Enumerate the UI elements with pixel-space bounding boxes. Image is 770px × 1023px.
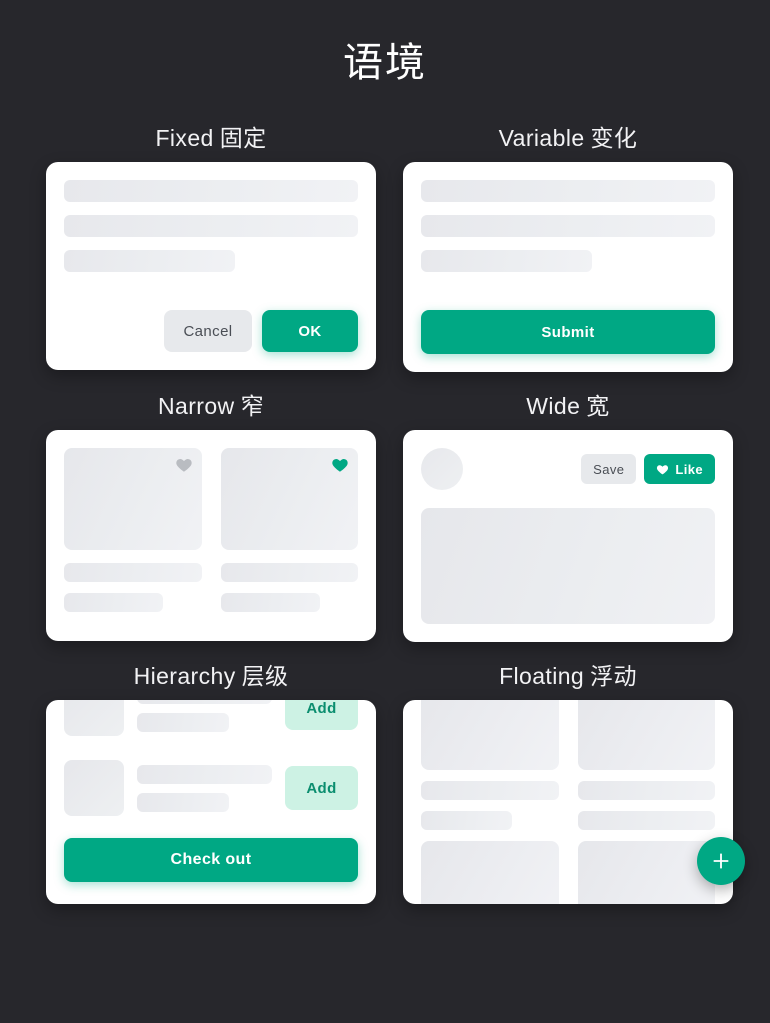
heart-icon	[657, 464, 669, 474]
tile-left	[64, 448, 202, 623]
skeleton-row	[137, 792, 229, 812]
skeleton-row	[577, 781, 715, 800]
section-variable: Variable 变化 Submit	[403, 114, 733, 372]
wide-post-actions: Save Like	[581, 454, 715, 484]
feed-thumbnail	[421, 700, 559, 770]
feed-column	[421, 700, 559, 904]
section-title-wide: Wide 宽	[403, 382, 733, 430]
avatar	[421, 448, 463, 490]
skeleton-row	[220, 593, 320, 612]
add-button[interactable]: Add	[285, 766, 358, 810]
save-button[interactable]: Save	[581, 454, 637, 484]
section-title-hierarchy: Hierarchy 层级	[46, 652, 376, 700]
skeleton-row	[421, 180, 715, 202]
skeleton-row	[577, 811, 715, 830]
section-title-hierarchy-cn: 层级	[241, 663, 289, 689]
wide-post-header: Save Like	[421, 448, 715, 490]
cart-item-lines	[137, 764, 272, 812]
skeleton-row	[220, 563, 358, 582]
tile-grid	[64, 448, 358, 623]
section-title-fixed: Fixed 固定	[46, 114, 376, 162]
skeleton-row	[421, 781, 559, 800]
like-button-label: Like	[675, 461, 703, 477]
skeleton-row	[64, 593, 163, 612]
feed-column	[577, 700, 715, 904]
heart-icon[interactable]	[175, 456, 193, 474]
form-skeleton-rows	[421, 180, 715, 272]
cart-row: Add	[64, 748, 358, 828]
section-title-wide-en: Wide	[526, 393, 581, 419]
skeleton-row	[421, 811, 512, 830]
section-title-variable-en: Variable	[498, 125, 585, 151]
cart-list: Add Add	[46, 700, 376, 828]
dialog-actions: Cancel OK	[64, 310, 358, 352]
feed-thumbnail	[421, 841, 559, 904]
section-title-narrow-en: Narrow	[158, 393, 235, 419]
section-title-floating: Floating 浮动	[403, 652, 733, 700]
feed-thumbnail	[577, 841, 715, 904]
cart-item-thumbnail	[64, 700, 124, 736]
section-wide: Wide 宽 Save Like	[403, 382, 733, 642]
heart-icon[interactable]	[331, 456, 349, 474]
section-title-fixed-en: Fixed	[155, 125, 214, 151]
cart-item-thumbnail	[64, 760, 124, 816]
skeleton-row	[137, 764, 272, 784]
section-title-narrow: Narrow 窄	[46, 382, 376, 430]
dialog-card: Cancel OK	[46, 162, 376, 370]
section-fixed: Fixed 固定 Cancel OK	[46, 114, 376, 372]
section-floating: Floating 浮动	[403, 652, 745, 904]
feed-grid	[403, 700, 733, 904]
hero-media	[421, 508, 715, 624]
cancel-button[interactable]: Cancel	[164, 310, 252, 352]
checkout-action-bar: Check out	[46, 828, 376, 904]
tile-thumbnail	[64, 448, 202, 550]
cart-row: Add	[64, 700, 358, 748]
tile-thumbnail	[220, 448, 358, 550]
cart-card: Add Add Check out	[46, 700, 376, 904]
section-narrow: Narrow 窄	[46, 382, 376, 642]
form-card: Submit	[403, 162, 733, 372]
tile-right	[220, 448, 358, 623]
page-root: 语境 Fixed 固定 Cancel OK Variable 变化 Submit…	[0, 0, 770, 1023]
skeleton-row	[64, 215, 358, 237]
plus-icon	[713, 853, 729, 869]
skeleton-row	[64, 180, 358, 202]
skeleton-row	[64, 250, 235, 272]
feed-thumbnail	[577, 700, 715, 770]
skeleton-row	[421, 215, 715, 237]
check-out-button[interactable]: Check out	[64, 838, 358, 882]
skeleton-row	[137, 712, 229, 732]
tile-grid-card	[46, 430, 376, 641]
section-title-floating-en: Floating	[499, 663, 585, 689]
page-title: 语境	[343, 41, 427, 85]
feed-grid-card	[403, 700, 733, 904]
dialog-skeleton-rows	[64, 180, 358, 272]
ok-button[interactable]: OK	[262, 310, 358, 352]
skeleton-row	[64, 563, 202, 582]
section-title-fixed-cn: 固定	[219, 125, 267, 151]
add-fab-button[interactable]	[697, 837, 745, 885]
sections-grid: Fixed 固定 Cancel OK Variable 变化 Submit Na…	[46, 114, 745, 914]
section-title-wide-cn: 宽	[586, 393, 610, 419]
like-button[interactable]: Like	[644, 454, 715, 484]
section-hierarchy: Hierarchy 层级 Add Add Check out	[46, 652, 376, 904]
skeleton-row	[137, 700, 272, 704]
section-title-variable: Variable 变化	[403, 114, 733, 162]
section-title-variable-cn: 变化	[590, 125, 638, 151]
cart-item-lines	[137, 700, 272, 732]
add-button[interactable]: Add	[285, 700, 358, 730]
submit-button[interactable]: Submit	[421, 310, 715, 354]
skeleton-row	[421, 250, 592, 272]
section-title-hierarchy-en: Hierarchy	[133, 663, 236, 689]
section-title-narrow-cn: 窄	[240, 393, 264, 419]
wide-post-card: Save Like	[403, 430, 733, 642]
section-title-floating-cn: 浮动	[590, 663, 637, 689]
